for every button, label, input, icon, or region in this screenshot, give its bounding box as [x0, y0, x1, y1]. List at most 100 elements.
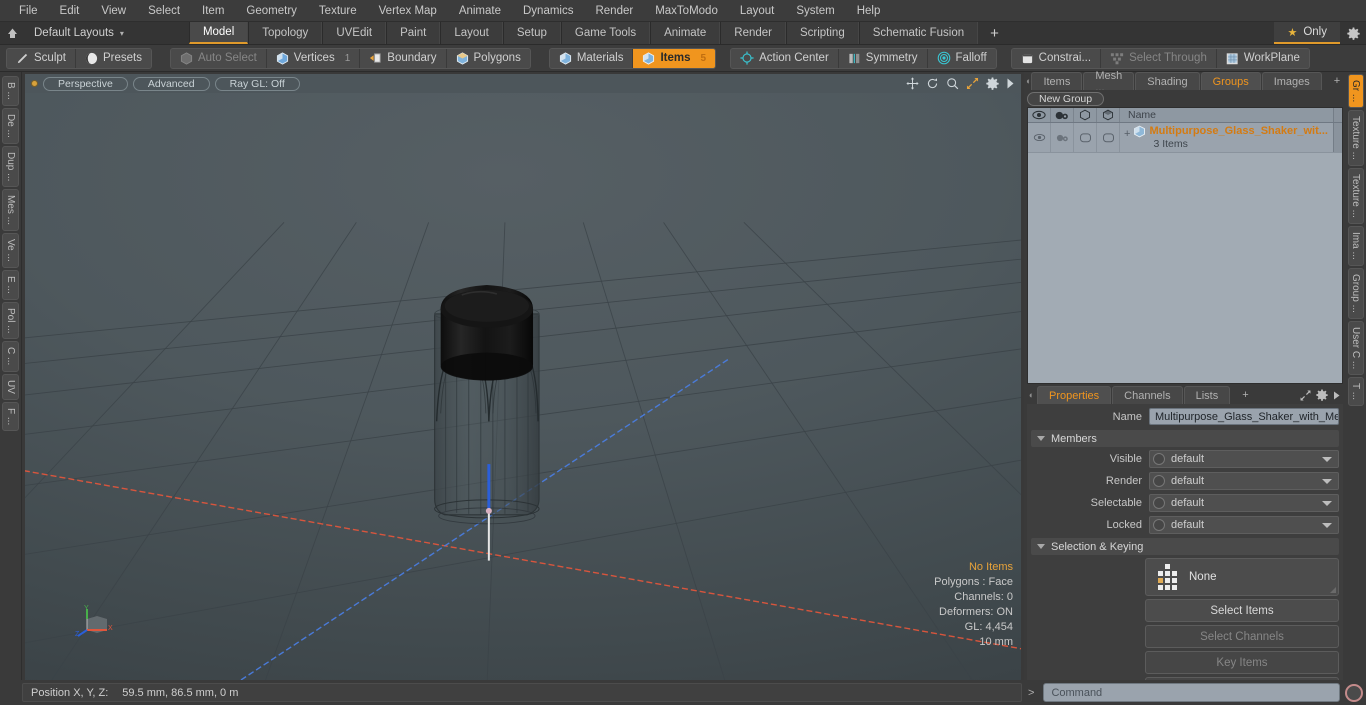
left-strip-tab-uv[interactable]: UV — [2, 373, 19, 400]
menu-item-animate[interactable]: Animate — [448, 0, 512, 22]
visible-dropdown[interactable]: default — [1149, 450, 1339, 468]
command-input[interactable]: Command — [1043, 683, 1340, 702]
key-channels-button[interactable]: Key Channels — [1145, 677, 1339, 680]
render-dropdown[interactable]: default — [1149, 472, 1339, 490]
right-strip-tab-images[interactable]: Ima ... — [1348, 226, 1364, 266]
menu-item-view[interactable]: View — [90, 0, 137, 22]
sculpt-button[interactable]: Sculpt — [7, 48, 76, 68]
name-field[interactable]: Multipurpose_Glass_Shaker_with_Met — [1149, 408, 1339, 425]
auto-select-button[interactable]: Auto Select — [170, 48, 267, 68]
visible-state-indicator[interactable] — [1153, 453, 1165, 465]
select-items-button[interactable]: Select Items — [1145, 599, 1339, 622]
falloff-button[interactable]: Falloff — [927, 48, 996, 68]
left-strip-tab-polygon[interactable]: Pol ... — [2, 301, 19, 340]
left-strip-tab-deform[interactable]: De ... — [2, 107, 19, 144]
tab-properties[interactable]: Properties — [1037, 386, 1112, 404]
default-layouts-dropdown[interactable]: Default Layouts ▾ — [24, 22, 134, 44]
right-strip-tab-tags[interactable]: T ... — [1348, 376, 1364, 407]
row-visible-toggle[interactable] — [1074, 123, 1097, 152]
3d-viewport[interactable]: No Items Polygons : Face Channels: 0 Def… — [25, 93, 1021, 680]
menu-item-system[interactable]: System — [785, 0, 845, 22]
expander-icon[interactable]: + — [1124, 125, 1130, 140]
properties-menu-icon[interactable]: ◐ — [1026, 386, 1037, 404]
left-strip-tab-basic[interactable]: B ... — [2, 76, 19, 106]
tab-scripting[interactable]: Scripting — [785, 22, 859, 44]
left-strip-tab-edge[interactable]: E ... — [2, 269, 19, 300]
viewport-shading-dropdown[interactable]: Advanced — [132, 76, 210, 91]
menu-item-render[interactable]: Render — [584, 0, 644, 22]
left-strip-tab-vertex[interactable]: Ve ... — [2, 233, 19, 268]
menu-item-dynamics[interactable]: Dynamics — [512, 0, 584, 22]
workplane-button[interactable]: WorkPlane — [1216, 48, 1309, 68]
tab-render[interactable]: Render — [720, 22, 786, 44]
add-properties-tab-button[interactable]: + — [1231, 386, 1259, 404]
symmetry-button[interactable]: Symmetry — [838, 48, 928, 68]
right-strip-tab-texture-2[interactable]: Texture ... — [1348, 168, 1364, 225]
row-shaded-toggle[interactable] — [1097, 123, 1120, 152]
left-strip-tab-mesh[interactable]: Mes ... — [2, 189, 19, 232]
tab-lists[interactable]: Lists — [1183, 386, 1231, 404]
boundary-button[interactable]: Boundary — [360, 48, 447, 68]
viewport-raygl-dropdown[interactable]: Ray GL: Off — [214, 76, 300, 91]
zoom-icon[interactable] — [946, 77, 959, 90]
expand-icon[interactable] — [1300, 389, 1311, 401]
materials-button[interactable]: Materials — [549, 48, 634, 68]
menu-item-item[interactable]: Item — [191, 0, 235, 22]
gear-icon[interactable] — [986, 77, 999, 90]
tab-images[interactable]: Images — [1261, 72, 1322, 90]
tab-game-tools[interactable]: Game Tools — [560, 22, 651, 44]
render-icon[interactable] — [1051, 108, 1074, 122]
tab-paint[interactable]: Paint — [386, 22, 441, 44]
tab-groups[interactable]: Groups — [1200, 72, 1261, 90]
home-icon[interactable] — [0, 22, 24, 44]
render-state-indicator[interactable] — [1153, 475, 1165, 487]
polygons-button[interactable]: Polygons — [446, 48, 530, 68]
tab-shading[interactable]: Shading — [1135, 72, 1200, 90]
eye-icon[interactable] — [1028, 108, 1051, 122]
menu-item-layout[interactable]: Layout — [729, 0, 786, 22]
cube-outline-icon[interactable] — [1074, 108, 1097, 122]
tab-model[interactable]: Model — [188, 22, 249, 44]
items-button[interactable]: Items 5 — [633, 48, 716, 68]
members-section-header[interactable]: Members — [1031, 430, 1339, 447]
menu-item-texture[interactable]: Texture — [308, 0, 368, 22]
new-group-button[interactable]: New Group — [1027, 91, 1105, 106]
locked-dropdown[interactable]: default — [1149, 516, 1339, 534]
group-item-list[interactable]: Name + Multipurpose_Glass_Shaker_wit... … — [1027, 107, 1343, 384]
presets-button[interactable]: Presets — [75, 48, 151, 68]
item-list-scrollbar-track[interactable] — [1333, 123, 1342, 152]
selection-mode-picker[interactable]: None — [1145, 558, 1339, 596]
menu-item-geometry[interactable]: Geometry — [235, 0, 308, 22]
row-render-icon[interactable] — [1051, 123, 1074, 152]
record-icon[interactable] — [1345, 683, 1363, 702]
constraints-button[interactable]: Constrai... — [1011, 48, 1102, 68]
tab-items[interactable]: Items — [1031, 72, 1083, 90]
add-tab-button[interactable]: + — [978, 22, 1011, 44]
rotate-icon[interactable] — [926, 77, 939, 90]
select-channels-button[interactable]: Select Channels — [1145, 625, 1339, 648]
select-through-button[interactable]: Select Through — [1101, 48, 1217, 68]
left-strip-tab-fusion[interactable]: F ... — [2, 401, 19, 431]
selectable-dropdown[interactable]: default — [1149, 494, 1339, 512]
chevron-right-icon[interactable] — [1333, 391, 1341, 400]
key-items-button[interactable]: Key Items — [1145, 651, 1339, 674]
right-strip-tab-user-channels[interactable]: User C ... — [1348, 320, 1364, 375]
viewport-projection-dropdown[interactable]: Perspective — [43, 76, 128, 91]
axis-gizmo[interactable]: Y X Z — [75, 605, 115, 645]
table-row[interactable]: + Multipurpose_Glass_Shaker_wit... 3 Ite… — [1028, 123, 1342, 152]
tab-animate[interactable]: Animate — [650, 22, 721, 44]
item-list-entry[interactable]: + Multipurpose_Glass_Shaker_wit... 3 Ite… — [1120, 123, 1333, 152]
tab-layout[interactable]: Layout — [440, 22, 503, 44]
viewport-menu-dot[interactable] — [31, 80, 38, 87]
tab-schematic-fusion[interactable]: Schematic Fusion — [858, 22, 979, 44]
tab-mesh[interactable]: Mesh ... — [1083, 70, 1135, 94]
right-strip-tab-group[interactable]: Group ... — [1348, 267, 1364, 319]
row-eye-icon[interactable] — [1028, 123, 1051, 152]
right-strip-tab-texture-1[interactable]: Texture ... — [1348, 110, 1364, 167]
menu-item-edit[interactable]: Edit — [49, 0, 91, 22]
item-list-scrollbar[interactable] — [1333, 108, 1342, 122]
chevron-right-icon[interactable] — [1006, 78, 1015, 89]
tab-uvedit[interactable]: UVEdit — [322, 22, 387, 44]
selectable-state-indicator[interactable] — [1153, 497, 1165, 509]
move-icon[interactable] — [906, 77, 919, 90]
